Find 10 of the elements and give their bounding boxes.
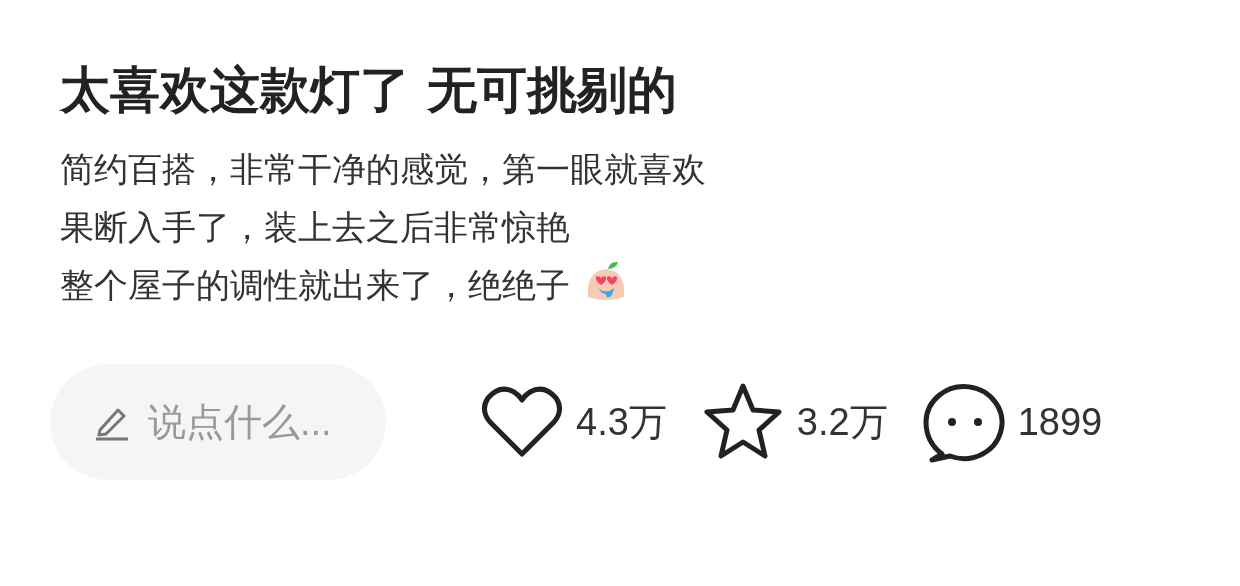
action-count: 1899 (1017, 399, 1103, 445)
post-title: 太喜欢这款灯了 无可挑剔的 (60, 60, 679, 121)
post-text: 整个屋子的调性就出来了，绝绝子 (60, 266, 570, 304)
heart-icon[interactable] (480, 384, 564, 460)
action-count: 3.2万 (796, 399, 888, 445)
post-text: 简约百搭，非常干净的感觉，第一眼就喜欢 (60, 150, 706, 188)
comment-input[interactable]: 说点什么... (148, 393, 368, 451)
action-count: 4.3万 (576, 399, 667, 445)
comment-field[interactable]: 说点什么... (50, 364, 386, 480)
post-text: 果断入手了，装上去之后非常惊艳 (60, 208, 570, 246)
